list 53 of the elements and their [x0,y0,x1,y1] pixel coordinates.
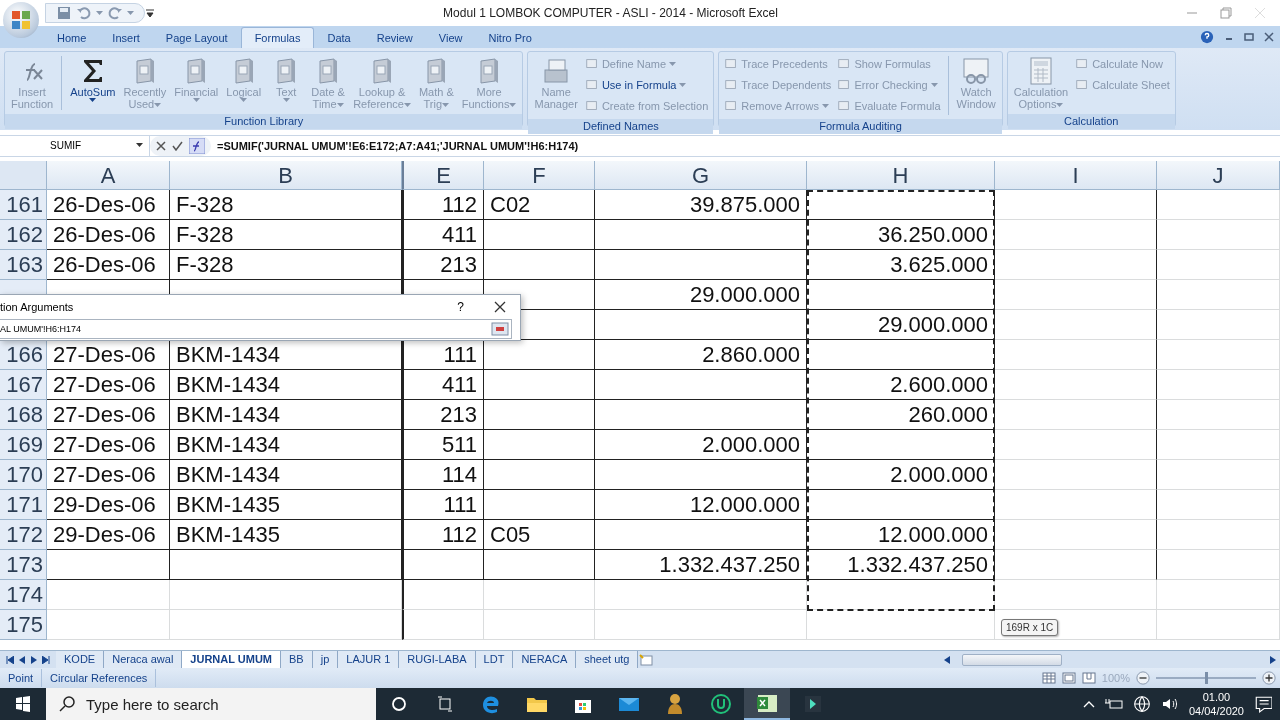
table-cell: 2.860.000 [595,339,807,370]
table-cell: 29.000.000 [595,279,807,310]
table-cell: BKM-1434 [170,369,402,400]
table-cell: 111 [402,489,484,520]
table-cell: 411 [402,219,484,250]
window-title: Modul 1 LOMBOK COMPUTER - ASLI - 2014 - Microsoft Excel [442,6,779,20]
table-cell: F-328 [170,189,402,220]
table-cell: 26-Des-06 [47,189,170,220]
status-mode: Point [0,669,43,687]
table-cell: 213 [402,249,484,280]
table-cell: 3.625.000 [807,249,995,280]
table-cell: 26-Des-06 [47,219,170,250]
table-cell: 39.875.000 [595,189,807,220]
table-cell: BKM-1434 [170,399,402,430]
table-cell: 112 [402,519,484,550]
table-cell: 112 [402,189,484,220]
table-cell: BKM-1435 [170,519,402,550]
table-cell: C02 [484,189,595,220]
table-cell: 2.600.000 [807,369,995,400]
table-cell: 12.000.000 [595,489,807,520]
table-cell: 26-Des-06 [47,249,170,280]
table-cell: 27-Des-06 [47,459,170,490]
selection-tooltip: 169R x 1C [1001,618,1059,636]
table-cell: 114 [402,459,484,490]
table-cell: 511 [402,429,484,460]
group-label: Function Library [5,113,523,129]
table-cell: BKM-1435 [170,489,402,520]
table-cell: 27-Des-06 [47,399,170,430]
table-cell: 12.000.000 [807,519,995,550]
table-cell: 29-Des-06 [47,489,170,520]
table-cell: 36.250.000 [807,219,995,250]
status-item: Circular References [42,669,157,687]
table-cell: 1.332.437.250 [807,549,995,580]
table-cell: F-328 [170,249,402,280]
table-cell: 29.000.000 [807,309,995,340]
table-cell: 2.000.000 [595,429,807,460]
table-cell: 29-Des-06 [47,519,170,550]
dialog-title: tion Arguments [0,300,75,313]
table-cell: F-328 [170,219,402,250]
table-cell: 2.000.000 [807,459,995,490]
group-label: Formula Auditing [719,118,1002,134]
group-label: Calculation [1007,113,1175,129]
table-cell: BKM-1434 [170,429,402,460]
table-cell: 27-Des-06 [47,429,170,460]
zoom-level: 100% [1101,672,1130,684]
table-cell: C05 [484,519,595,550]
table-cell: 260.000 [807,399,995,430]
table-cell: 213 [402,399,484,430]
group-label: Defined Names [528,118,714,134]
table-cell: 411 [402,369,484,400]
table-cell: BKM-1434 [170,459,402,490]
table-cell: 1.332.437.250 [595,549,807,580]
table-cell: 27-Des-06 [47,369,170,400]
